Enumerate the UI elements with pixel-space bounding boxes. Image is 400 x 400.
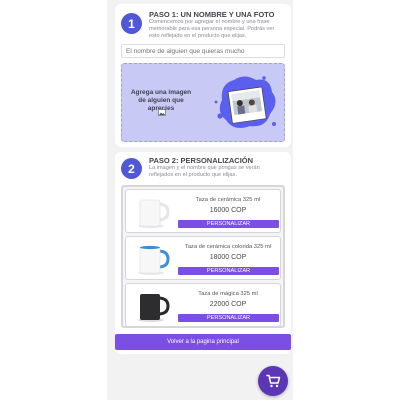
- step1-card: 1 PASO 1: UN NOMBRE Y UNA FOTO Comencemo…: [115, 4, 291, 147]
- step2-card: 2 PASO 2: PERSONALIZACIÓN La imagen y el…: [115, 152, 291, 354]
- step2-number-badge: 2: [121, 158, 142, 179]
- product-list: Taza de cerámica 325 ml 16000 COP PERSON…: [121, 185, 285, 328]
- image-upload-icon: [158, 109, 166, 116]
- personalize-button[interactable]: PERSONALIZAR: [178, 314, 279, 322]
- name-input[interactable]: [121, 44, 285, 58]
- back-to-home-button[interactable]: Volver a la pagina principal: [115, 334, 291, 350]
- personalize-button[interactable]: PERSONALIZAR: [178, 267, 279, 275]
- mobile-viewport: 1 PASO 1: UN NOMBRE Y UNA FOTO Comencemo…: [107, 0, 293, 400]
- product-card-magic[interactable]: Taza de mágica 325 ml 22000 COP PERSONAL…: [125, 283, 281, 327]
- step2-description: La imagen y el nombre que pongas se verá…: [149, 165, 260, 178]
- product-name: Taza de cerámica colorida 325 ml: [184, 244, 272, 250]
- product-price: 16000 COP: [209, 207, 247, 214]
- step2-title: PASO 2: PERSONALIZACIÓN: [149, 156, 254, 165]
- product-price: 22000 COP: [209, 301, 247, 308]
- page: 1 PASO 1: UN NOMBRE Y UNA FOTO Comencemo…: [0, 0, 400, 400]
- cart-icon: [265, 374, 280, 388]
- step1-number-badge: 1: [121, 13, 142, 34]
- product-name: Taza de mágica 325 ml: [198, 291, 258, 297]
- photo-illustration: [214, 76, 276, 128]
- product-card-colored[interactable]: Taza de cerámica colorida 325 ml 18000 C…: [125, 236, 281, 280]
- cart-button[interactable]: [258, 366, 288, 396]
- step1-description: Comencemos por agregar el nombre y una f…: [149, 19, 275, 39]
- product-price: 18000 COP: [209, 254, 247, 261]
- mug-black-icon: [138, 294, 170, 322]
- product-name: Taza de cerámica 325 ml: [195, 197, 261, 203]
- mug-blue-handle-icon: [138, 245, 170, 275]
- image-upload-area[interactable]: Agrega una imagen de alguien que aprecie…: [121, 63, 285, 142]
- personalize-button[interactable]: PERSONALIZAR: [178, 220, 279, 228]
- step1-title: PASO 1: UN NOMBRE Y UNA FOTO: [149, 10, 275, 19]
- product-card-ceramic[interactable]: Taza de cerámica 325 ml 16000 COP PERSON…: [125, 189, 281, 233]
- mug-white-icon: [138, 199, 170, 228]
